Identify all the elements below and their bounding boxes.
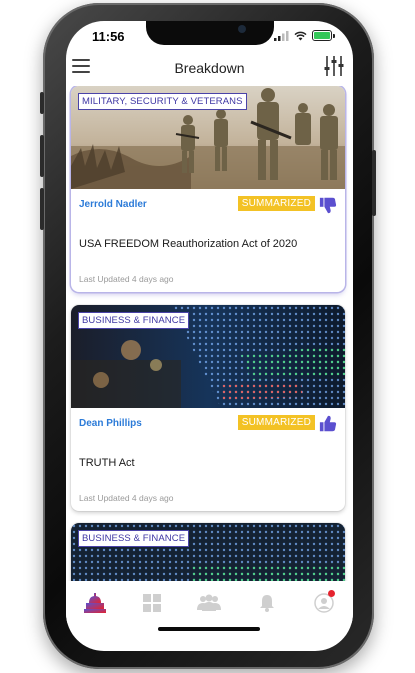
volume-up-button [40, 135, 44, 177]
tab-notifications[interactable] [254, 592, 280, 614]
sponsor-name[interactable]: Dean Phillips [79, 418, 142, 429]
last-updated: Last Updated 4 days ago [79, 493, 174, 503]
bottom-tab-bar [66, 583, 353, 623]
bill-feed[interactable]: MILITARY, SECURITY & VETERANS Jerrold Na… [66, 86, 353, 581]
battery-tip [333, 33, 335, 38]
card-image-finance: BUSINESS & FINANCE [71, 305, 345, 408]
category-tag: MILITARY, SECURITY & VETERANS [78, 93, 247, 110]
thumbs-up-icon[interactable] [319, 415, 337, 433]
battery-icon [312, 30, 332, 41]
tab-profile[interactable] [311, 590, 337, 614]
bill-card[interactable]: BUSINESS & FINANCE [71, 523, 345, 581]
category-tag: BUSINESS & FINANCE [78, 530, 190, 547]
volume-down-button [40, 188, 44, 230]
notch [146, 21, 274, 45]
people-icon [197, 594, 222, 611]
front-camera [238, 25, 246, 33]
card-image-military: MILITARY, SECURITY & VETERANS [71, 86, 345, 189]
tab-representatives[interactable] [196, 592, 222, 614]
home-indicator [158, 627, 260, 631]
card-image-finance: BUSINESS & FINANCE [71, 523, 345, 581]
category-tag: BUSINESS & FINANCE [78, 312, 190, 329]
card-body: Dean Phillips SUMMARIZED TRUTH Act Last … [71, 408, 345, 511]
bill-title[interactable]: USA FREEDOM Reauthorization Act of 2020 [79, 238, 297, 250]
filter-sliders-icon[interactable] [323, 54, 345, 78]
summarized-badge: SUMMARIZED [237, 415, 315, 430]
status-time: 11:56 [92, 29, 125, 44]
status-icons [274, 30, 335, 41]
signal-icon [274, 30, 289, 41]
power-button [372, 150, 376, 216]
bill-title[interactable]: TRUTH Act [79, 457, 135, 469]
page-title: Breakdown [174, 60, 245, 76]
bill-card[interactable]: BUSINESS & FINANCE Dean Phillips SUMMARI… [71, 305, 345, 511]
wifi-icon [294, 31, 307, 40]
sponsor-name[interactable]: Jerrold Nadler [79, 199, 147, 210]
bill-card[interactable]: MILITARY, SECURITY & VETERANS Jerrold Na… [71, 86, 345, 292]
bell-icon [259, 595, 274, 612]
capitol-icon [83, 593, 106, 613]
tab-categories[interactable] [139, 592, 165, 614]
tab-home[interactable] [82, 592, 108, 614]
summarized-badge: SUMMARIZED [237, 196, 315, 211]
app-screen: 11:56 Breakdown MILITARY, SECURITY & VET… [66, 21, 353, 651]
app-header: Breakdown [66, 51, 353, 85]
grid-icon [143, 594, 162, 612]
last-updated: Last Updated 4 days ago [79, 274, 174, 284]
mute-switch [40, 92, 44, 114]
card-body: Jerrold Nadler SUMMARIZED USA FREEDOM Re… [71, 189, 345, 292]
menu-icon[interactable] [72, 55, 90, 75]
thumbs-down-icon[interactable] [319, 196, 337, 214]
